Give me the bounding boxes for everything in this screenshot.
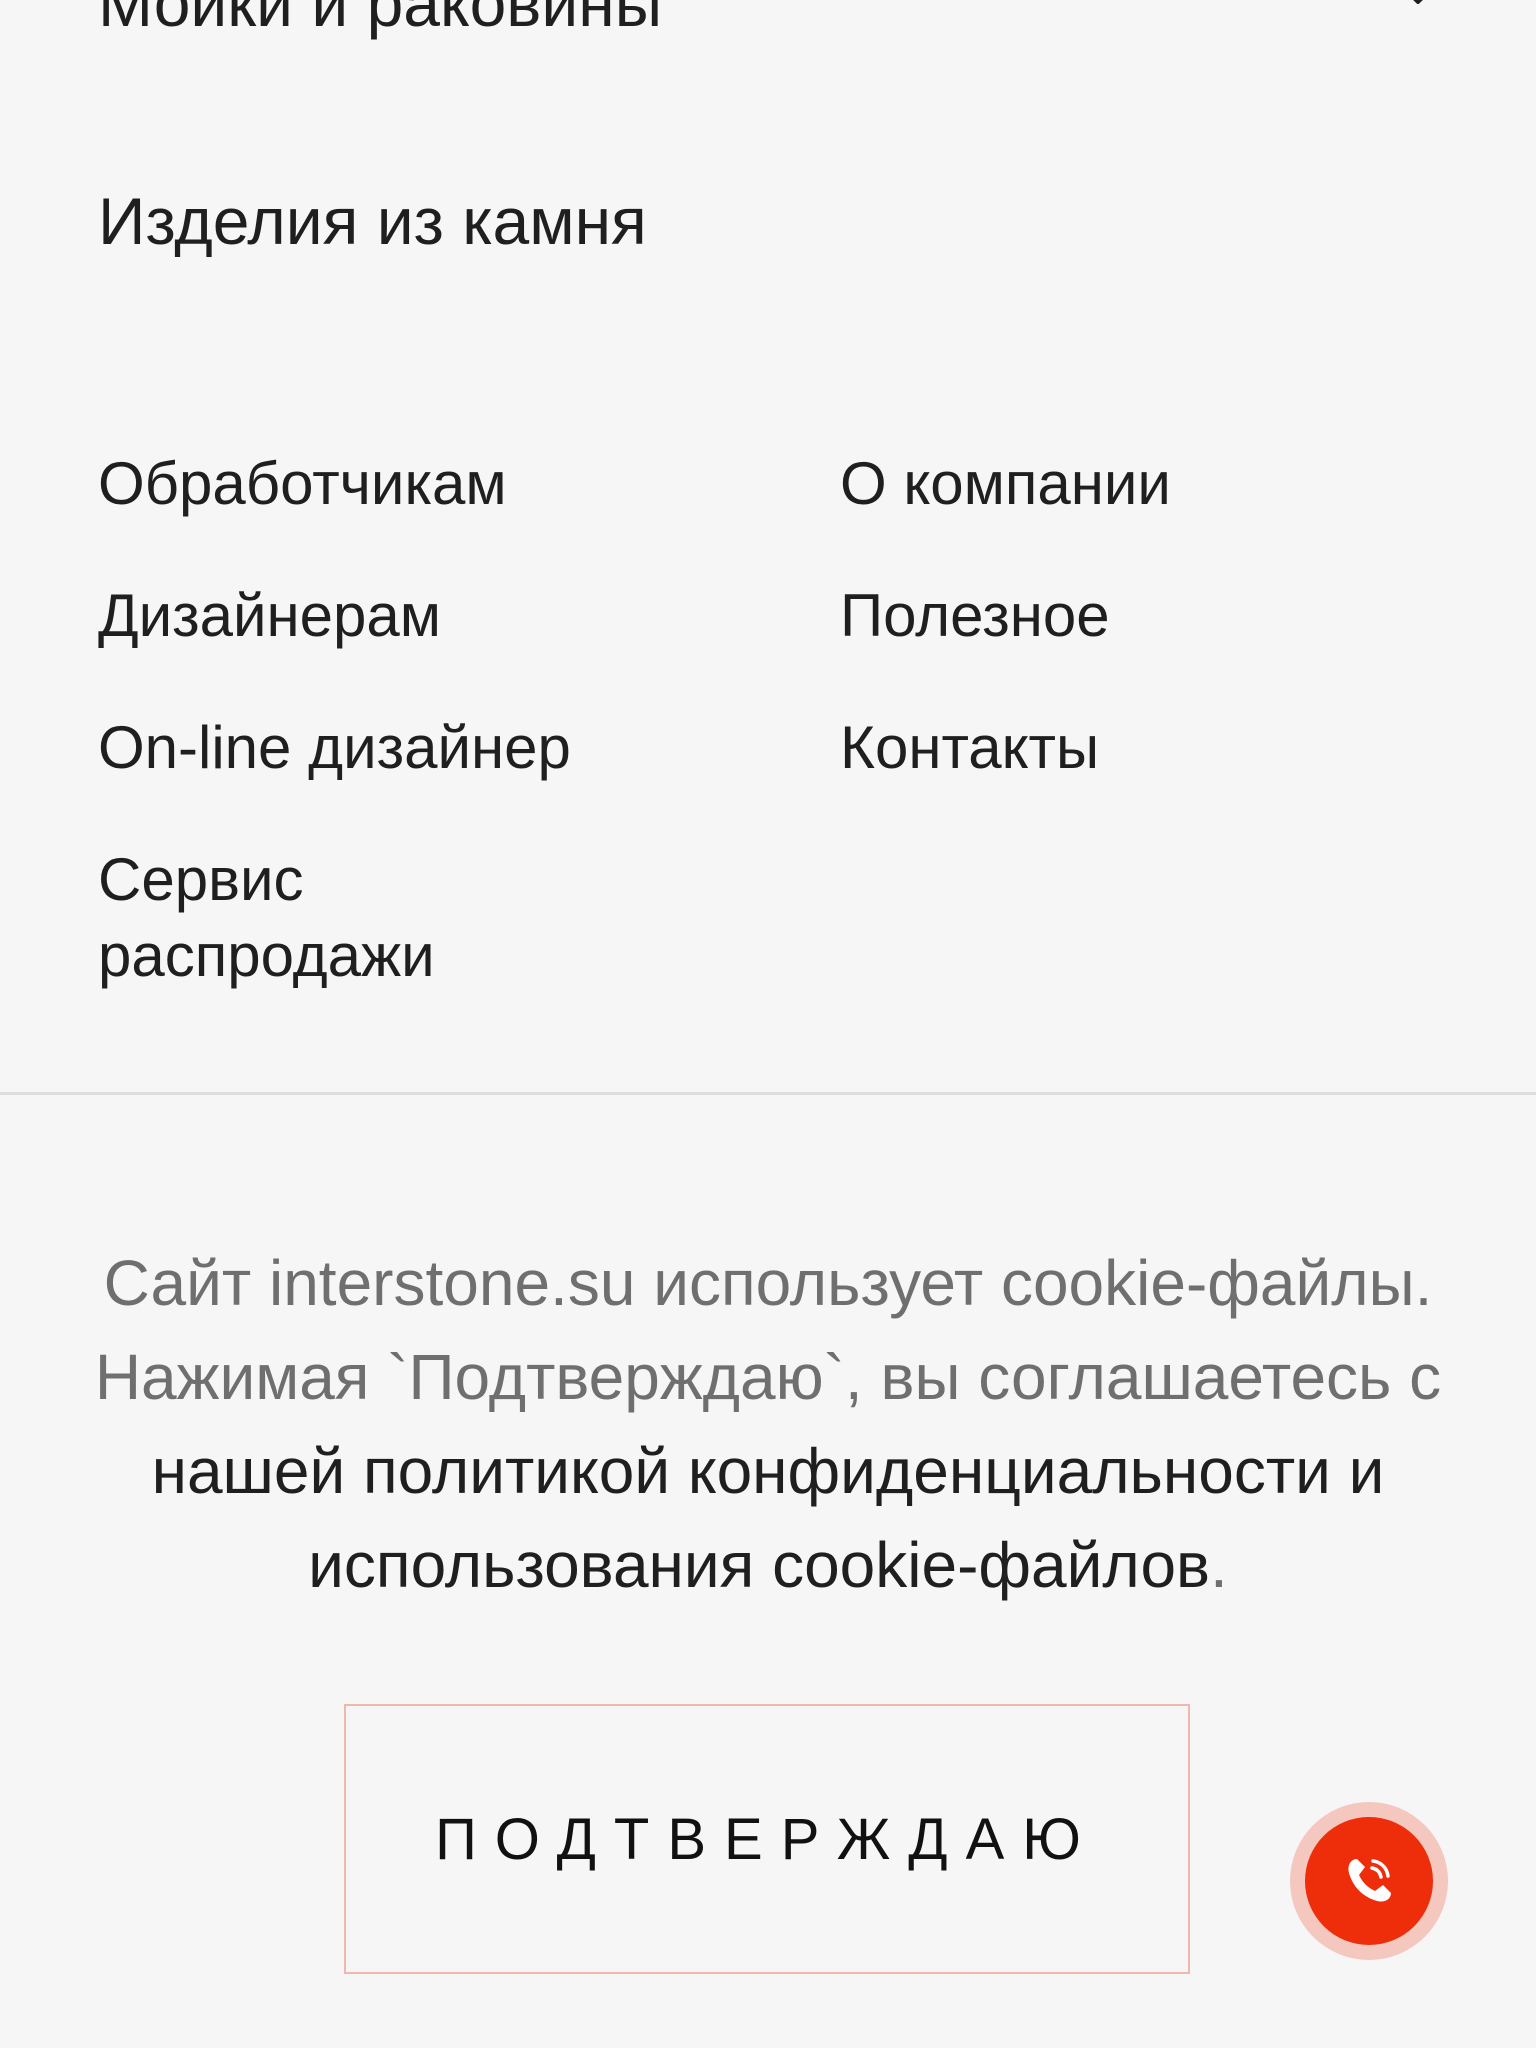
phone-call-icon: [1348, 1859, 1391, 1902]
nav-link-useful[interactable]: Полезное: [840, 578, 1440, 654]
category-sinks[interactable]: Мойки и раковины: [98, 0, 1438, 36]
confirm-cookies-button[interactable]: ПОДТВЕРЖДАЮ: [344, 1704, 1190, 1974]
divider: [0, 1092, 1536, 1095]
category-stone-products[interactable]: Изделия из камня: [98, 188, 1438, 254]
nav-link-processors[interactable]: Обработчикам: [98, 446, 718, 522]
page: Мойки и раковины Изделия из камня Обрабо…: [0, 0, 1536, 2048]
nav-link-online-designer[interactable]: On-line дизайнер: [98, 710, 718, 786]
privacy-policy-link[interactable]: нашей политикой конфиденциальности и исп…: [152, 1435, 1385, 1601]
footer-nav-right: О компании Полезное Контакты: [840, 446, 1440, 842]
call-button[interactable]: [1290, 1802, 1448, 1960]
chevron-down-icon[interactable]: [1398, 0, 1438, 16]
footer-nav-left: Обработчикам Дизайнерам On-line дизайнер…: [98, 446, 718, 1050]
category-label: Мойки и раковины: [98, 0, 663, 40]
nav-link-sale-service[interactable]: Сервис распродажи: [98, 842, 618, 994]
cookie-notice-intro: Сайт interstone.su использует cookie-фай…: [94, 1247, 1442, 1413]
nav-link-designers[interactable]: Дизайнерам: [98, 578, 718, 654]
nav-link-contacts[interactable]: Контакты: [840, 710, 1440, 786]
nav-link-about[interactable]: О компании: [840, 446, 1440, 522]
cookie-notice-text: Сайт interstone.su использует cookie-фай…: [70, 1236, 1466, 1612]
call-button-inner: [1305, 1817, 1433, 1945]
category-label: Изделия из камня: [98, 184, 647, 258]
cookie-notice-end: .: [1210, 1529, 1228, 1601]
